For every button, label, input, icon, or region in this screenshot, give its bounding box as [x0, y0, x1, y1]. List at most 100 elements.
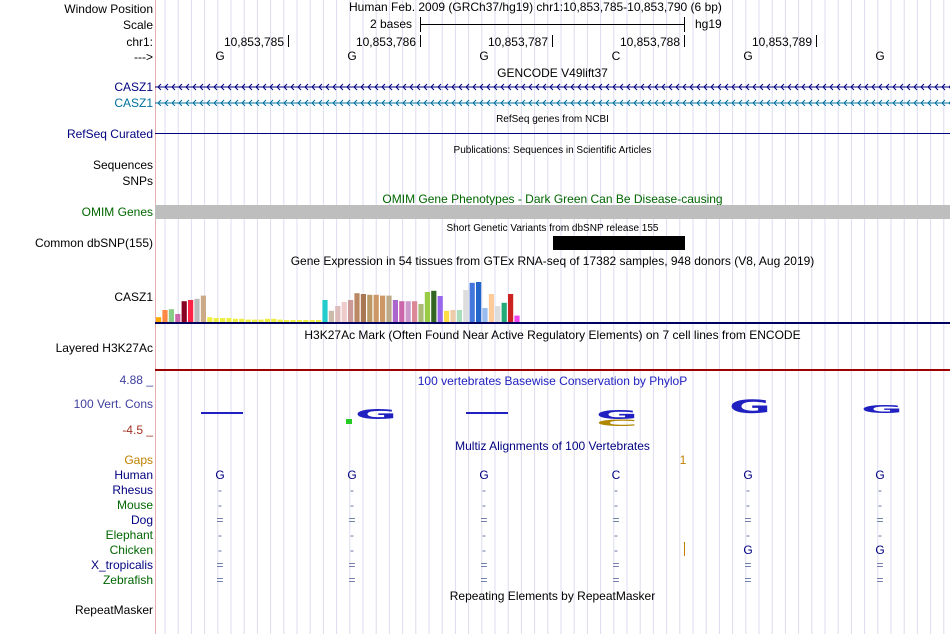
gtex-tissue-bar[interactable]: [156, 317, 162, 322]
gtex-tissue-bar[interactable]: [245, 319, 251, 322]
species-label-x_tropicalis[interactable]: X_tropicalis: [91, 558, 153, 572]
gtex-tissue-bar[interactable]: [360, 294, 366, 322]
species-label-chicken[interactable]: Chicken: [110, 543, 153, 557]
gtex-tissue-bar[interactable]: [463, 290, 469, 322]
coordinate-tick: [420, 35, 421, 47]
gtex-tissue-bar[interactable]: [373, 294, 379, 322]
gtex-tissue-bar[interactable]: [188, 300, 194, 322]
phylop-min-value: -4.5 _: [122, 423, 153, 437]
gtex-tissue-bar[interactable]: [277, 319, 283, 322]
h3k27ac-signal-line[interactable]: [155, 369, 950, 371]
gtex-tissue-bar[interactable]: [284, 320, 290, 322]
gtex-tissue-bar[interactable]: [232, 318, 238, 322]
gtex-tissue-bar[interactable]: [316, 320, 322, 322]
gtex-tissue-bar[interactable]: [444, 310, 450, 322]
gtex-tissue-bar[interactable]: [488, 294, 494, 322]
track-label-common-dbsnp[interactable]: Common dbSNP(155): [35, 236, 153, 250]
gtex-tissue-bar[interactable]: [412, 301, 418, 322]
svg-text:G: G: [729, 396, 771, 418]
omim-gene-bar[interactable]: [155, 205, 950, 219]
refseq-gene-line[interactable]: [155, 133, 950, 134]
gtex-tissue-bar[interactable]: [399, 301, 405, 322]
gtex-tissue-bar[interactable]: [341, 302, 347, 322]
track-label-casz1-gencode-2[interactable]: CASZ1: [114, 96, 153, 110]
gtex-tissue-bar[interactable]: [469, 282, 475, 322]
svg-text:C: C: [596, 419, 640, 429]
track-label-gaps[interactable]: Gaps: [124, 453, 153, 467]
gtex-tissue-bar[interactable]: [405, 301, 411, 322]
gtex-tissue-bar[interactable]: [194, 298, 200, 322]
track-label-100-vert-cons[interactable]: 100 Vert. Cons: [74, 397, 153, 411]
gtex-tissue-bar[interactable]: [290, 320, 296, 322]
gtex-tissue-bar[interactable]: [264, 318, 270, 322]
gtex-tissue-bar[interactable]: [450, 310, 456, 322]
gtex-tissue-bar[interactable]: [200, 295, 206, 322]
alignment-cell: =: [348, 513, 356, 527]
gencode-gene-models[interactable]: [155, 82, 950, 106]
gtex-tissue-bar[interactable]: [162, 310, 168, 322]
gtex-tissue-bar[interactable]: [380, 295, 386, 322]
alignment-cell: -: [218, 528, 222, 542]
track-label-sequences[interactable]: Sequences: [93, 158, 153, 172]
gtex-tissue-bar[interactable]: [322, 300, 328, 322]
gtex-tissue-bar[interactable]: [328, 310, 334, 322]
gtex-tissue-bar[interactable]: [431, 290, 437, 322]
species-label-elephant[interactable]: Elephant: [106, 528, 153, 542]
genome-browser-image[interactable]: Window Position Scale chr1: ---> CASZ1 C…: [0, 0, 950, 634]
track-label-layered-h3k27ac[interactable]: Layered H3K27Ac: [56, 341, 153, 355]
gtex-expression-bars[interactable]: [155, 268, 950, 324]
track-label-snps[interactable]: SNPs: [122, 174, 153, 188]
species-label-mouse[interactable]: Mouse: [117, 498, 153, 512]
alignment-cell: G: [743, 468, 753, 482]
gtex-tissue-bar[interactable]: [271, 318, 277, 322]
gtex-tissue-bar[interactable]: [424, 292, 430, 322]
alignment-cell: -: [218, 498, 222, 512]
alignment-cell: =: [216, 558, 224, 572]
gtex-tissue-bar[interactable]: [437, 296, 443, 322]
alignment-cell: G: [875, 543, 885, 557]
gtex-tissue-bar[interactable]: [239, 318, 245, 322]
species-label-rhesus[interactable]: Rhesus: [112, 483, 153, 497]
gtex-tissue-bar[interactable]: [207, 317, 213, 322]
species-label-human[interactable]: Human: [114, 468, 153, 482]
gtex-tissue-bar[interactable]: [354, 293, 360, 322]
gtex-tissue-bar[interactable]: [418, 304, 424, 322]
gtex-tissue-bar[interactable]: [258, 319, 264, 322]
species-label-dog[interactable]: Dog: [131, 513, 153, 527]
gtex-tissue-bar[interactable]: [508, 294, 514, 322]
gtex-tissue-bar[interactable]: [296, 320, 302, 322]
species-label-zebrafish[interactable]: Zebrafish: [103, 573, 153, 587]
gtex-tissue-bar[interactable]: [501, 302, 507, 322]
track-label-casz1-gtex[interactable]: CASZ1: [114, 290, 153, 304]
gtex-tissue-bar[interactable]: [392, 300, 398, 322]
gtex-tissue-bar[interactable]: [226, 318, 232, 322]
gtex-tissue-bar[interactable]: [386, 295, 392, 322]
gtex-tissue-bar[interactable]: [348, 300, 354, 322]
coordinate-label: 10,853,786: [355, 35, 416, 49]
gtex-tissue-bar[interactable]: [213, 318, 219, 322]
gtex-tissue-bar[interactable]: [482, 308, 488, 322]
gtex-tissue-bar[interactable]: [303, 320, 309, 322]
track-label-omim-genes[interactable]: OMIM Genes: [82, 205, 153, 219]
gtex-tissue-bar[interactable]: [367, 294, 373, 322]
gtex-tissue-bar[interactable]: [456, 310, 462, 322]
dbsnp-variant-block[interactable]: [553, 236, 685, 250]
alignment-cell: -: [746, 528, 750, 542]
alignment-cell: -: [746, 483, 750, 497]
gtex-tissue-bar[interactable]: [175, 314, 181, 322]
gtex-tissue-bar[interactable]: [220, 318, 226, 322]
phylop-conservation-logos[interactable]: G G C G G: [155, 390, 950, 430]
gtex-tissue-bar[interactable]: [495, 306, 501, 322]
phylop-track-title: 100 vertebrates Basewise Conservation by…: [417, 374, 688, 388]
gtex-tissue-bar[interactable]: [514, 315, 520, 322]
track-label-repeatmasker[interactable]: RepeatMasker: [75, 603, 153, 617]
gtex-tissue-bar[interactable]: [476, 282, 482, 322]
gtex-tissue-bar[interactable]: [168, 309, 174, 322]
omim-track-title: OMIM Gene Phenotypes - Dark Green Can Be…: [382, 192, 723, 206]
gtex-tissue-bar[interactable]: [309, 320, 315, 322]
gtex-tissue-bar[interactable]: [181, 301, 187, 322]
gtex-tissue-bar[interactable]: [335, 306, 341, 322]
gtex-tissue-bar[interactable]: [252, 319, 258, 322]
track-label-casz1-gencode-1[interactable]: CASZ1: [114, 80, 153, 94]
track-label-refseq-curated[interactable]: RefSeq Curated: [67, 127, 153, 141]
